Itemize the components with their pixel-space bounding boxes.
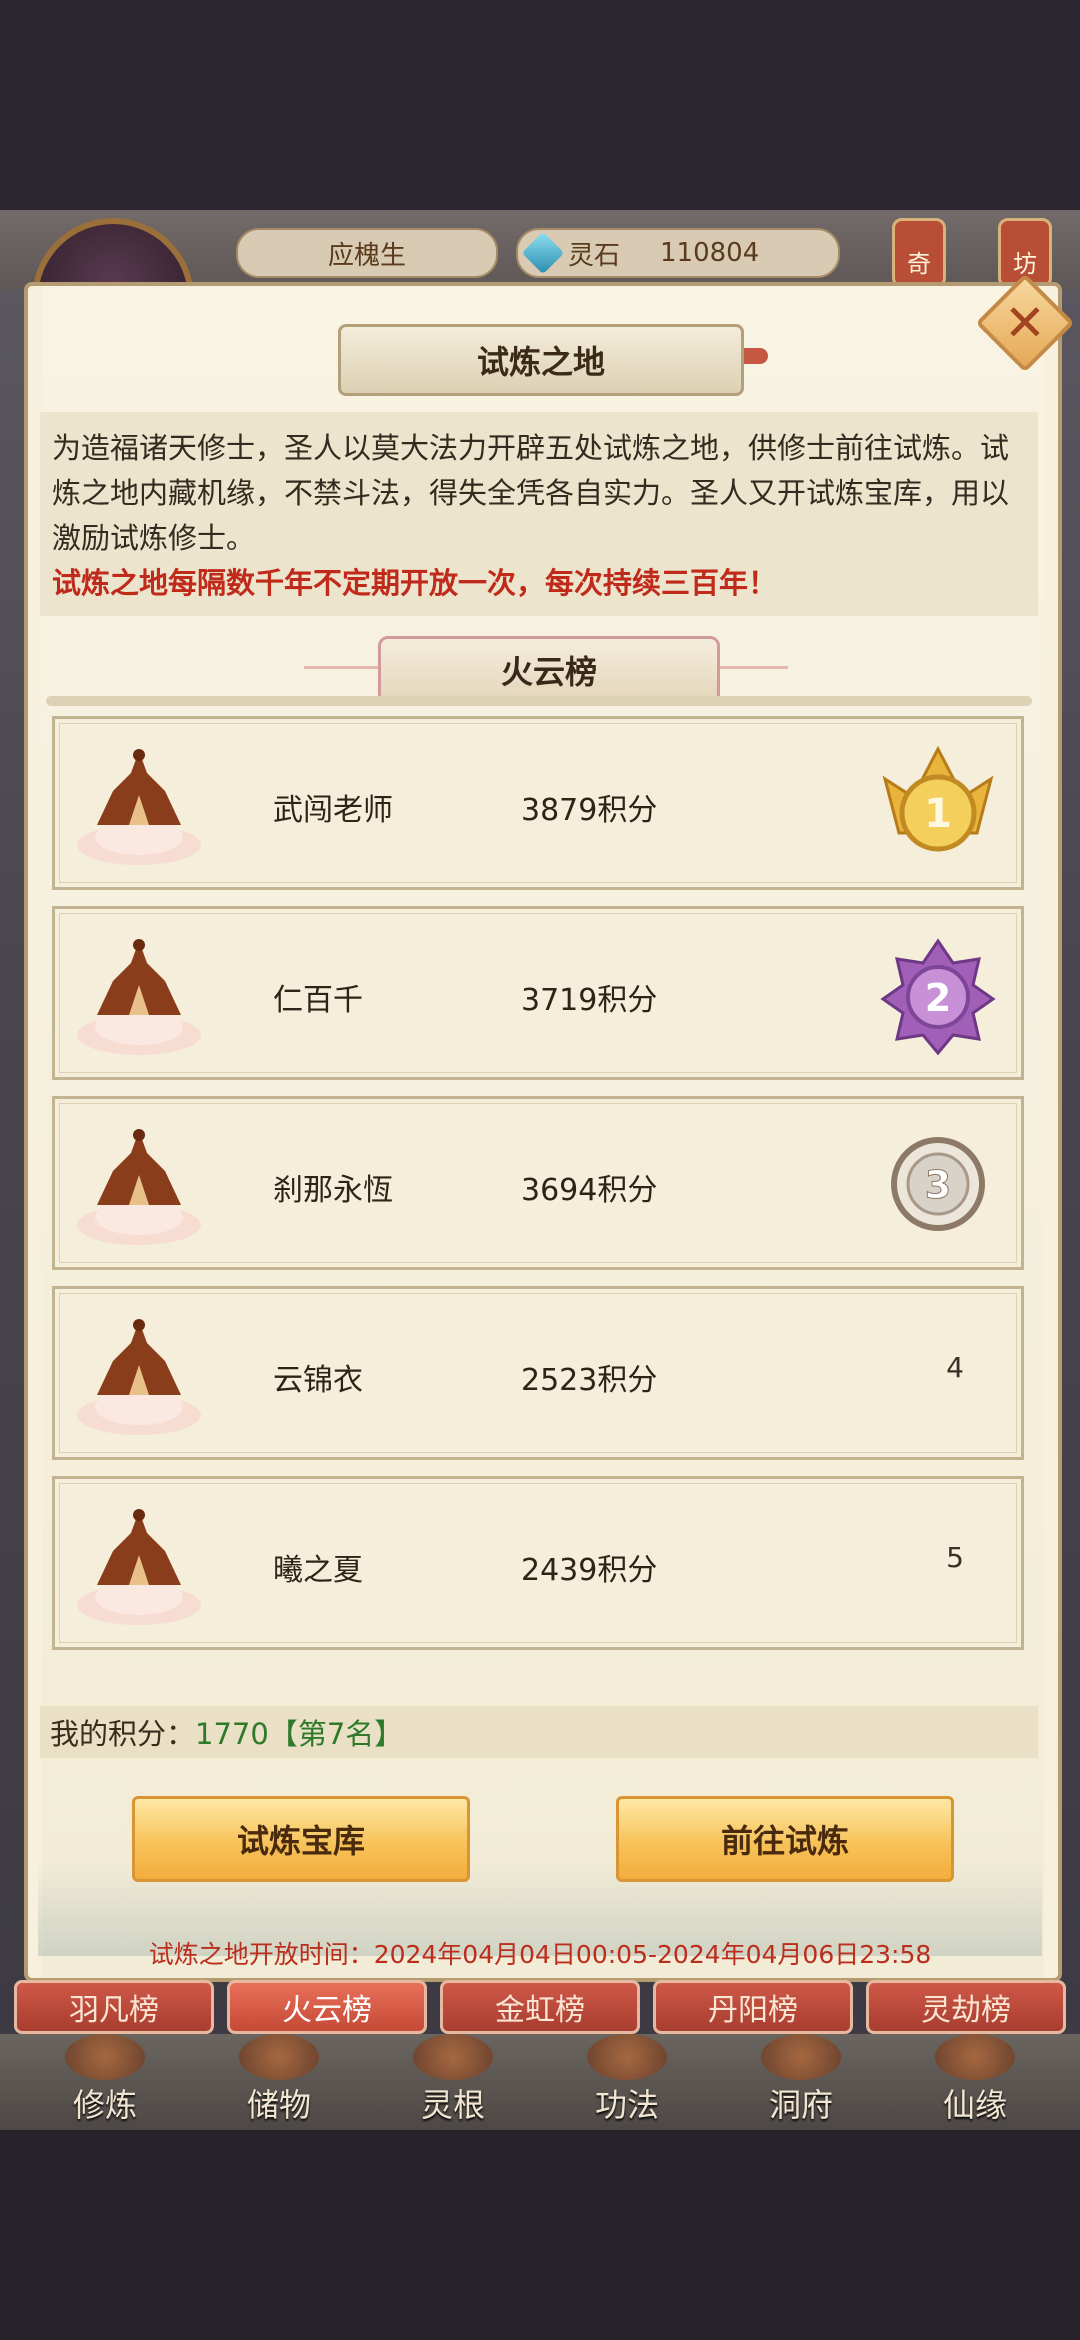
go-trial-button[interactable]: 前往试炼 xyxy=(616,1796,954,1882)
rank-row-2[interactable]: 仁百千 3719积分 2 xyxy=(52,906,1024,1080)
modal-title: 试炼之地 xyxy=(338,324,744,396)
tab-yufan[interactable]: 羽凡榜 xyxy=(14,1980,214,2034)
lotus-pagoda-icon xyxy=(77,1319,201,1435)
currency-value: 110804 xyxy=(660,238,760,268)
nav-label: 储物 xyxy=(246,2086,311,2124)
nav-cave[interactable]: 洞府 xyxy=(726,2034,876,2130)
storage-icon xyxy=(239,2034,319,2080)
nav-fate[interactable]: 仙缘 xyxy=(900,2034,1050,2130)
my-score-bar: 我的积分： 1770【第7名】 xyxy=(40,1706,1038,1758)
tab-danyang[interactable]: 丹阳榜 xyxy=(653,1980,853,2034)
currency-label: 灵石 xyxy=(568,240,621,271)
player-name: 武闯老师 xyxy=(273,793,393,828)
player-score: 3879积分 xyxy=(521,793,658,828)
nav-label: 洞府 xyxy=(768,2086,833,2124)
tab-huoyun[interactable]: 火云榜 xyxy=(227,1980,427,2034)
my-score-value: 1770【第7名】 xyxy=(195,1717,404,1751)
techniques-icon xyxy=(587,2034,667,2080)
gold-medal-icon: 1 xyxy=(882,745,994,852)
nav-label: 仙缘 xyxy=(942,2086,1007,2124)
description-box: 为造福诸天修士，圣人以莫大法力开辟五处试炼之地，供修士前往试炼。试炼之地内藏机缘… xyxy=(40,412,1038,616)
lotus-pagoda-icon xyxy=(77,749,201,865)
nav-label: 修炼 xyxy=(72,2086,137,2124)
player-score: 2523积分 xyxy=(521,1363,658,1398)
rank-number: 4 xyxy=(946,1351,964,1384)
tab-lingjie[interactable]: 灵劫榜 xyxy=(866,1980,1066,2034)
notice-text: 试炼之地每隔数千年不定期开放一次，每次持续三百年！ xyxy=(52,566,778,600)
nav-label: 功法 xyxy=(594,2086,659,2124)
medal-rank-number: 2 xyxy=(925,976,951,1020)
side-button-qi[interactable]: 奇 xyxy=(892,218,946,288)
rank-row-4[interactable]: 云锦衣 2523积分 4 xyxy=(52,1286,1024,1460)
player-name: 刹那永恆 xyxy=(273,1173,393,1208)
nav-storage[interactable]: 储物 xyxy=(204,2034,354,2130)
board-title: 火云榜 xyxy=(378,636,720,704)
description-text: 为造福诸天修士，圣人以莫大法力开辟五处试炼之地，供修士前往试炼。试炼之地内藏机缘… xyxy=(52,431,1010,555)
treasury-button[interactable]: 试炼宝库 xyxy=(132,1796,470,1882)
lotus-pagoda-icon xyxy=(77,1509,201,1625)
player-name: 曦之夏 xyxy=(273,1553,363,1588)
cave-icon xyxy=(761,2034,841,2080)
list-rail xyxy=(46,696,1032,706)
spirit-root-icon xyxy=(413,2034,493,2080)
purple-medal-icon: 2 xyxy=(880,938,996,1056)
top-dark-area xyxy=(0,0,1080,210)
nav-techniques[interactable]: 功法 xyxy=(552,2034,702,2130)
close-icon: ✕ xyxy=(1004,294,1046,352)
open-time-text: 试炼之地开放时间：2024年04月04日00:05-2024年04月06日23:… xyxy=(148,1940,932,1969)
bottom-dark-area xyxy=(0,2130,1080,2340)
fate-icon xyxy=(935,2034,1015,2080)
nav-cultivate[interactable]: 修炼 xyxy=(30,2034,180,2130)
board-title-line-left xyxy=(304,666,378,669)
player-score: 3694积分 xyxy=(521,1173,658,1208)
nav-label: 灵根 xyxy=(420,2086,485,2124)
close-button[interactable]: ✕ xyxy=(975,273,1075,373)
spirit-stone-icon xyxy=(521,231,565,275)
player-score: 3719积分 xyxy=(521,983,658,1018)
lotus-pagoda-icon xyxy=(77,1129,201,1245)
rank-number: 5 xyxy=(946,1541,964,1574)
rank-row-3[interactable]: 刹那永恆 3694积分 3 xyxy=(52,1096,1024,1270)
currency-display: 灵石 110804 xyxy=(516,228,840,278)
player-name: 云锦衣 xyxy=(273,1363,363,1398)
silver-medal-icon: 3 xyxy=(891,1137,985,1231)
my-score-label: 我的积分： xyxy=(50,1717,196,1751)
medal-rank-number: 3 xyxy=(925,1163,951,1207)
rank-row-5[interactable]: 曦之夏 2439积分 5 xyxy=(52,1476,1024,1650)
medal-rank-number: 1 xyxy=(924,791,952,837)
rank-row-1[interactable]: 武闯老师 3879积分 1 xyxy=(52,716,1024,890)
tab-jinhong[interactable]: 金虹榜 xyxy=(440,1980,640,2034)
player-name: 仁百千 xyxy=(273,983,363,1018)
nav-spirit-root[interactable]: 灵根 xyxy=(378,2034,528,2130)
board-title-line-right xyxy=(714,666,788,669)
player-name: 应槐生 xyxy=(236,228,498,278)
lotus-pagoda-icon xyxy=(77,939,201,1055)
cultivate-icon xyxy=(65,2034,145,2080)
player-score: 2439积分 xyxy=(521,1553,658,1588)
